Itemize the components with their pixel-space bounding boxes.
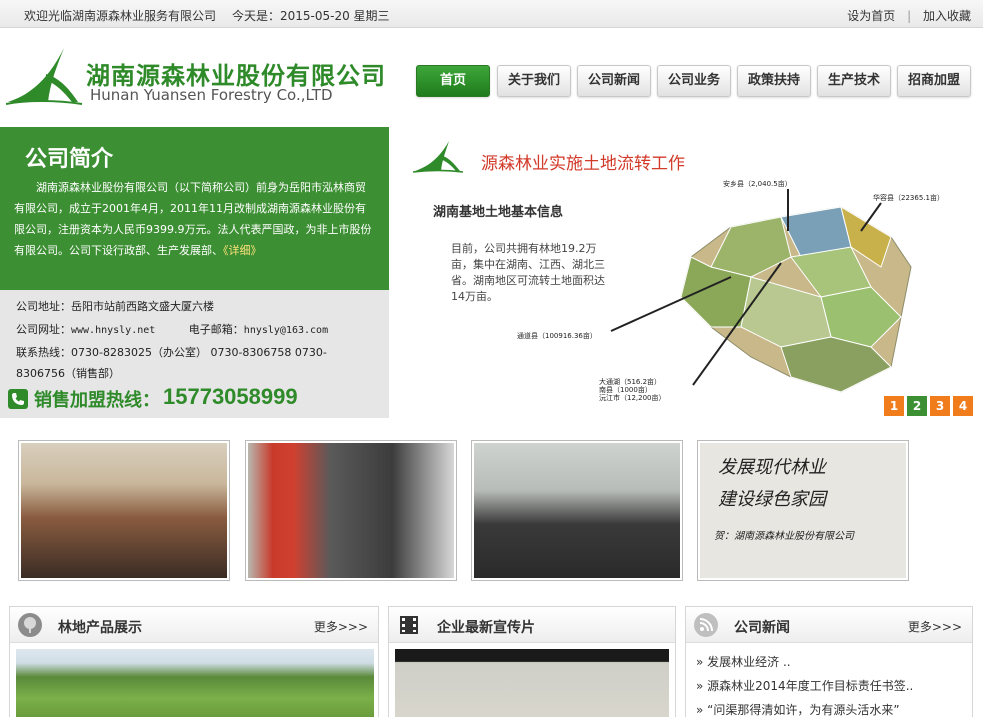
set-home-link[interactable]: 设为首页 xyxy=(847,9,895,23)
leaf-logo-icon xyxy=(6,48,83,105)
company-intro-panel: 公司简介 湖南源森林业股份有限公司（以下简称公司）前身为岳阳市泓林商贸有限公司，… xyxy=(0,127,389,290)
hotline-label: 销售加盟热线： xyxy=(34,390,160,411)
contact-address: 公司地址：岳阳市站前西路文盛大厦六楼 xyxy=(16,300,214,313)
video-header: 企业最新宣传片 xyxy=(389,607,675,643)
news-header: 公司新闻 更多>>> xyxy=(686,607,972,643)
contact-phone-line2: 8306756（销售部） xyxy=(16,367,120,380)
photo-meeting-1[interactable] xyxy=(18,440,230,581)
products-more-link[interactable]: 更多>>> xyxy=(314,618,368,635)
calligraphy-line1: 发展现代林业 xyxy=(718,457,826,478)
nav-policy[interactable]: 政策扶持 xyxy=(737,65,811,97)
photo-calligraphy[interactable]: 发展现代林业 建设绿色家园 贺：湖南源森林业股份有限公司 xyxy=(697,440,909,581)
calligraphy-line2: 建设绿色家园 xyxy=(718,489,826,510)
meeting-photo-image xyxy=(21,443,227,578)
meeting2-photo-image xyxy=(474,443,680,578)
signing-photo-image xyxy=(248,443,454,578)
products-box: 林地产品展示 更多>>> xyxy=(9,606,379,717)
news-item[interactable]: » 发展林业经济 .. xyxy=(696,653,791,670)
rss-icon xyxy=(694,613,718,637)
products-header: 林地产品展示 更多>>> xyxy=(10,607,378,643)
video-box: 企业最新宣传片 xyxy=(388,606,676,717)
pager-2[interactable]: 2 xyxy=(907,396,927,416)
company-logo[interactable]: 湖南源森林业股份有限公司 Hunan Yuansen Forestry Co.,… xyxy=(6,44,386,108)
pager-3[interactable]: 3 xyxy=(930,396,950,416)
phone-icon xyxy=(8,389,28,409)
intro-text: 湖南源森林业股份有限公司（以下简称公司）前身为岳阳市泓林商贸有限公司，成立于20… xyxy=(14,177,374,261)
contact-phone-line1: 联系热线：0730-8283025（办公室） 0730-8306758 0730… xyxy=(16,346,327,359)
top-links: 设为首页 | 加入收藏 xyxy=(847,7,971,24)
calligraphy-line3: 贺：湖南源森林业股份有限公司 xyxy=(714,531,854,542)
welcome-text: 欢迎光临湖南源森林业服务有限公司 xyxy=(24,9,217,23)
website-link[interactable]: www.hnysly.net xyxy=(71,325,155,336)
video-player[interactable] xyxy=(395,649,669,717)
products-title: 林地产品展示 xyxy=(58,620,142,636)
photo-signing[interactable] xyxy=(245,440,457,581)
company-name-en: Hunan Yuansen Forestry Co.,LTD xyxy=(90,86,333,104)
nav-company-news[interactable]: 公司新闻 xyxy=(577,65,651,97)
website-label: 公司网址： xyxy=(16,323,71,336)
intro-body: 湖南源森林业股份有限公司（以下简称公司）前身为岳阳市泓林商贸有限公司，成立于20… xyxy=(14,181,372,257)
banner-slide[interactable]: 源森林业实施土地流转工作 湖南基地土地基本信息 目前，公司共拥有林地19.2万亩… xyxy=(401,127,981,419)
pager-1[interactable]: 1 xyxy=(884,396,904,416)
pager-4[interactable]: 4 xyxy=(953,396,973,416)
banner-title: 源森林业实施土地流转工作 xyxy=(481,154,685,174)
banner-logo-icon xyxy=(413,141,464,173)
bookmark-link[interactable]: 加入收藏 xyxy=(923,9,971,23)
callout-tongdao: 通道县（100916.36亩） xyxy=(517,332,597,340)
email-link[interactable]: hnysly@163.com xyxy=(244,325,328,336)
nav-business[interactable]: 公司业务 xyxy=(657,65,731,97)
intro-title: 公司简介 xyxy=(25,147,114,172)
banner-body: 目前，公司共拥有林地19.2万亩，集中在湖南、江西、湖北三省。湖南地区可流转土地… xyxy=(451,242,605,303)
news-item[interactable]: » “问渠那得清如许，为有源头活水来” xyxy=(696,701,900,717)
top-bar: 欢迎光临湖南源森林业服务有限公司 今天是：2015-05-20 星期三 设为首页… xyxy=(0,0,983,28)
banner-subhead: 湖南基地土地基本信息 xyxy=(433,205,564,220)
link-separator: | xyxy=(907,9,912,23)
contact-web-email: 公司网址：www.hnysly.net 电子邮箱：hnysly@163.com xyxy=(16,319,356,342)
date-text: 今天是：2015-05-20 星期三 xyxy=(232,9,390,23)
nav-home[interactable]: 首页 xyxy=(416,65,490,97)
hunan-map xyxy=(680,205,912,393)
photo-meeting-2[interactable] xyxy=(471,440,683,581)
tree-icon xyxy=(18,613,42,637)
callout-anxiang: 安乡县（2,040.5亩） xyxy=(723,180,792,188)
hotline-number: 15773058999 xyxy=(163,384,298,409)
news-more-link[interactable]: 更多>>> xyxy=(908,618,962,635)
products-photo[interactable] xyxy=(16,649,374,717)
news-title: 公司新闻 xyxy=(734,620,790,636)
nav-technology[interactable]: 生产技术 xyxy=(817,65,891,97)
intro-more-link[interactable]: 《详细》 xyxy=(223,244,262,257)
video-title: 企业最新宣传片 xyxy=(437,620,535,636)
email-label: 电子邮箱： xyxy=(188,323,244,336)
nav-join[interactable]: 招商加盟 xyxy=(897,65,971,97)
callout-yuanjiang: 沅江市（12,200亩） xyxy=(599,394,666,402)
film-icon xyxy=(397,613,421,637)
callout-huarong: 华容县（22365.1亩） xyxy=(873,194,944,202)
news-box: 公司新闻 更多>>> » 发展林业经济 .. » 源森林业2014年度工作目标责… xyxy=(685,606,973,717)
nav-about[interactable]: 关于我们 xyxy=(497,65,571,97)
news-item[interactable]: » 源森林业2014年度工作目标责任书签.. xyxy=(696,677,913,694)
